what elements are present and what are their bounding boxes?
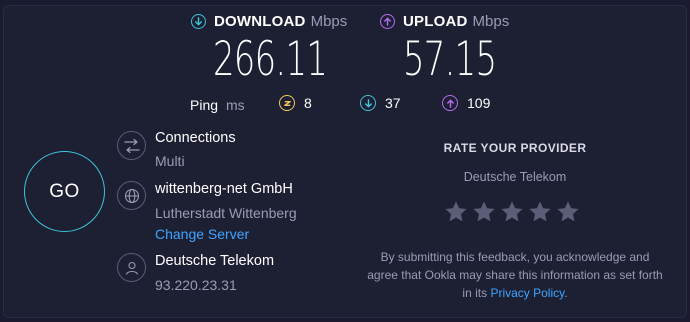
upload-speed-value: 57.15 bbox=[403, 32, 497, 87]
rate-provider-title: RATE YOUR PROVIDER bbox=[443, 141, 587, 155]
star-icon[interactable] bbox=[500, 200, 524, 224]
rate-provider-name: Deutsche Telekom bbox=[463, 170, 567, 184]
idle-latency-value: 8 bbox=[304, 95, 312, 111]
upload-latency: 109 bbox=[442, 95, 490, 111]
connections-icon bbox=[117, 131, 146, 160]
star-rating bbox=[444, 200, 580, 224]
download-arrow-icon bbox=[191, 14, 206, 29]
download-unit: Mbps bbox=[310, 13, 348, 30]
download-header: DOWNLOAD Mbps bbox=[191, 13, 347, 30]
change-server-link[interactable]: Change Server bbox=[155, 226, 249, 242]
server-location: Lutherstadt Wittenberg bbox=[155, 205, 297, 221]
idle-latency: 8 bbox=[279, 95, 312, 111]
ping-label: Ping bbox=[190, 97, 219, 113]
star-icon[interactable] bbox=[444, 200, 468, 224]
download-speed-value: 266.11 bbox=[213, 32, 328, 87]
upload-arrow-icon bbox=[380, 14, 395, 29]
go-button[interactable]: GO bbox=[24, 151, 105, 232]
download-latency-value: 37 bbox=[385, 95, 401, 111]
provider-ip: 93.220.23.31 bbox=[155, 277, 237, 293]
upload-label: UPLOAD bbox=[403, 13, 468, 30]
star-icon[interactable] bbox=[556, 200, 580, 224]
star-icon[interactable] bbox=[472, 200, 496, 224]
idle-latency-icon bbox=[279, 95, 295, 111]
star-icon[interactable] bbox=[528, 200, 552, 224]
server-name: wittenberg-net GmbH bbox=[155, 181, 293, 197]
globe-icon bbox=[117, 181, 146, 210]
upload-latency-value: 109 bbox=[467, 95, 491, 111]
download-label: DOWNLOAD bbox=[214, 13, 306, 30]
disclaimer-end: . bbox=[564, 286, 568, 300]
download-latency: 37 bbox=[360, 95, 401, 111]
connections-value: Multi bbox=[155, 153, 185, 169]
download-latency-icon bbox=[360, 95, 376, 111]
upload-latency-icon bbox=[442, 95, 458, 111]
ping-unit: ms bbox=[226, 97, 245, 113]
user-icon bbox=[117, 253, 146, 282]
upload-header: UPLOAD Mbps bbox=[380, 13, 509, 30]
privacy-policy-link[interactable]: Privacy Policy bbox=[490, 286, 564, 300]
provider-name: Deutsche Telekom bbox=[155, 253, 275, 269]
connections-title: Connections bbox=[155, 130, 236, 146]
upload-unit: Mbps bbox=[472, 13, 510, 30]
feedback-disclaimer: By submitting this feedback, you acknowl… bbox=[365, 248, 665, 302]
